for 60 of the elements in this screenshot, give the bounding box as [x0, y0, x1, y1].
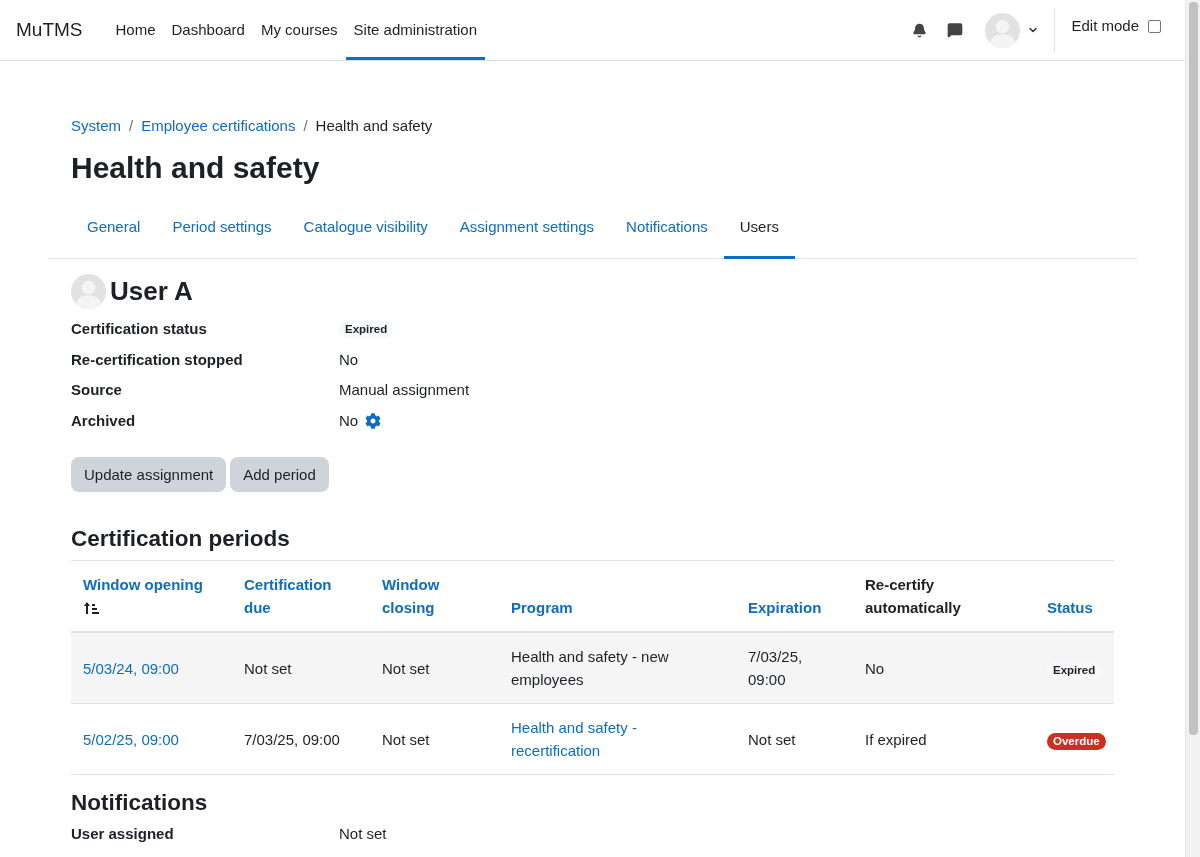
- table-cell-text: Health and safety - new employees: [511, 647, 670, 690]
- detail-value: Manual assignment: [339, 380, 470, 400]
- detail-label: User assigned: [71, 823, 174, 844]
- table-cell-text: Not set: [244, 658, 292, 679]
- tab[interactable]: General: [71, 202, 157, 259]
- detail-label: Source: [71, 380, 122, 400]
- table-cell-text: Not set: [382, 729, 430, 750]
- table-cell-text: 7/03/25, 09:00: [748, 647, 804, 690]
- table-cell-text: Not set: [748, 729, 796, 750]
- edit-mode-checkbox[interactable]: [1148, 20, 1161, 33]
- tab[interactable]: Period settings: [156, 202, 288, 259]
- nav-link[interactable]: My courses: [252, 0, 346, 60]
- column-header-link[interactable]: Expiration: [748, 596, 822, 619]
- detail-value: No: [339, 349, 359, 370]
- user-name: User A: [110, 275, 193, 308]
- breadcrumb-separator: /: [129, 116, 134, 136]
- detail-label: Re-certification stopped: [71, 349, 243, 370]
- page-title: Health and safety: [71, 150, 320, 186]
- column-header: Re-certify automatically: [865, 575, 962, 618]
- status-badge: Overdue: [1047, 732, 1106, 750]
- breadcrumb-link[interactable]: System: [71, 115, 121, 137]
- edit-mode-label: Edit mode: [1071, 16, 1139, 37]
- tab[interactable]: Notifications: [610, 202, 724, 259]
- site-name[interactable]: MuTMS: [16, 18, 83, 42]
- breadcrumb-link[interactable]: Employee certifications: [141, 115, 296, 137]
- table-cell-text: No: [865, 658, 885, 679]
- table-link[interactable]: 5/03/24, 09:00: [83, 656, 179, 680]
- tab[interactable]: Users: [723, 202, 795, 259]
- breadcrumb-current: Health and safety: [315, 116, 433, 136]
- detail-value: No: [339, 410, 359, 431]
- column-header-link[interactable]: Program: [511, 596, 573, 619]
- table-cell-text: 7/03/25, 09:00: [244, 729, 340, 750]
- settings-icon[interactable]: [365, 412, 382, 429]
- table-link[interactable]: 5/02/25, 09:00: [83, 727, 179, 751]
- action-button[interactable]: Update assignment: [71, 457, 227, 492]
- action-button[interactable]: Add period: [230, 457, 329, 492]
- tab[interactable]: Assignment settings: [443, 202, 611, 259]
- section-heading: Notifications: [71, 789, 208, 816]
- user-avatar-icon: [71, 273, 106, 309]
- section-heading: Certification periods: [71, 525, 290, 552]
- scrollbar-thumb[interactable]: [1188, 2, 1198, 735]
- column-header-link[interactable]: Window opening: [83, 573, 203, 596]
- user-avatar-icon: [985, 12, 1021, 48]
- status-badge: Expired: [1047, 661, 1102, 679]
- tab[interactable]: Catalogue visibility: [287, 202, 444, 259]
- nav-link[interactable]: Home: [107, 0, 164, 60]
- breadcrumb-separator: /: [303, 116, 308, 136]
- column-header-link[interactable]: Status: [1047, 596, 1093, 619]
- table-cell-text: If expired: [865, 729, 927, 750]
- detail-value: Not set: [339, 823, 387, 844]
- table-cell-text: Not set: [382, 658, 430, 679]
- status-badge: Expired: [339, 320, 394, 338]
- scrollbar[interactable]: [1185, 0, 1200, 857]
- column-header-link[interactable]: Certification due: [244, 573, 358, 619]
- detail-label: Certification status: [71, 319, 207, 339]
- table-link[interactable]: Health and safety - recertification: [511, 716, 724, 762]
- nav-link[interactable]: Dashboard: [163, 0, 253, 60]
- column-header-link[interactable]: Window closing: [382, 573, 487, 619]
- nav-link[interactable]: Site administration: [345, 0, 485, 60]
- detail-label: Archived: [71, 410, 136, 431]
